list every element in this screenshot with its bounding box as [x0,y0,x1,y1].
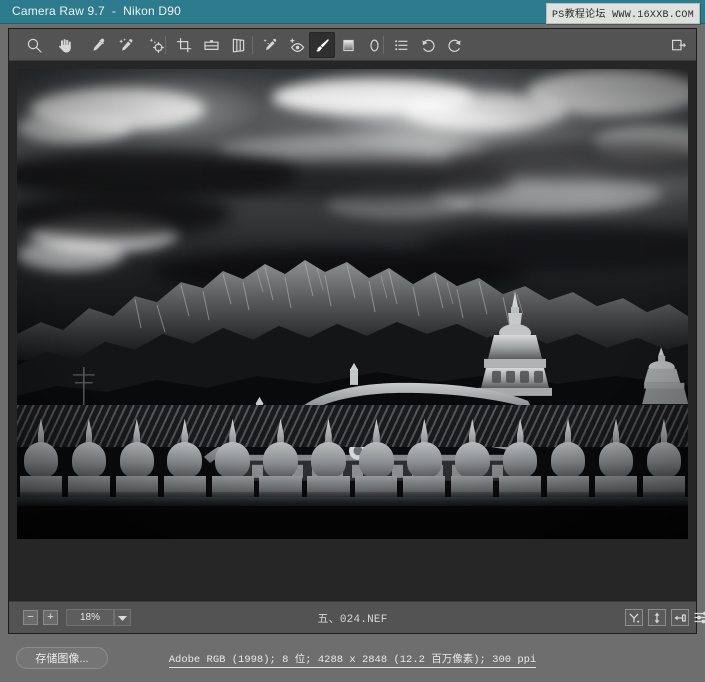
tool-strip [9,29,696,61]
rotate-clockwise-icon[interactable] [441,32,467,58]
straighten-tool-icon[interactable] [198,32,224,58]
cloud-highlight [17,111,131,144]
preview-image[interactable] [17,69,688,539]
watermark-text: PS教程论坛 WWW.16XXB.COM [546,3,700,24]
title-bar: Camera Raw 9.7 - Nikon D90 PS教程论坛 WWW.16… [0,0,705,24]
preset-list-icon[interactable] [388,32,414,58]
workflow-options-text: Adobe RGB (1998); 8 位; 4288 x 2848 (12.2… [169,654,537,668]
image-canvas[interactable] [9,61,696,603]
footer-bar: 存储图像... Adobe RGB (1998); 8 位; 4288 x 28… [0,636,705,682]
cloud-shadow [446,140,688,182]
adjustment-brush-icon[interactable] [309,32,335,58]
flip-horizontal-icon[interactable] [671,609,689,626]
photo-frame[interactable] [17,69,688,539]
file-name-label: 五、024.NEF [9,610,696,626]
main-window: − + 18% 五、024.NEF [8,28,697,634]
graduated-filter-icon[interactable] [335,32,361,58]
bottom-shadow [17,492,688,539]
color-sampler-icon[interactable] [113,32,139,58]
window-title: Camera Raw 9.7 - Nikon D90 [12,4,181,18]
spot-removal-icon[interactable] [257,32,283,58]
transform-tool-icon[interactable] [225,32,251,58]
camera-raw-window: Camera Raw 9.7 - Nikon D90 PS教程论坛 WWW.16… [0,0,705,682]
red-eye-removal-icon[interactable] [284,32,310,58]
toggle-fullscreen-icon[interactable] [665,32,691,58]
hand-tool-icon[interactable] [51,32,77,58]
zoom-tool-icon[interactable] [21,32,47,58]
status-bar: − + 18% 五、024.NEF [9,601,696,633]
white-balance-eyedropper-icon[interactable] [85,32,111,58]
crop-tool-icon[interactable] [171,32,197,58]
y-shadow-clipping-icon[interactable] [625,609,643,626]
workflow-options-link[interactable]: Adobe RGB (1998); 8 位; 4288 x 2848 (12.2… [0,651,705,666]
rotate-counterclockwise-icon[interactable] [415,32,441,58]
cloud-highlight [527,69,688,116]
preferences-sliders-icon[interactable] [693,609,705,626]
flip-vertical-icon[interactable] [648,609,666,626]
